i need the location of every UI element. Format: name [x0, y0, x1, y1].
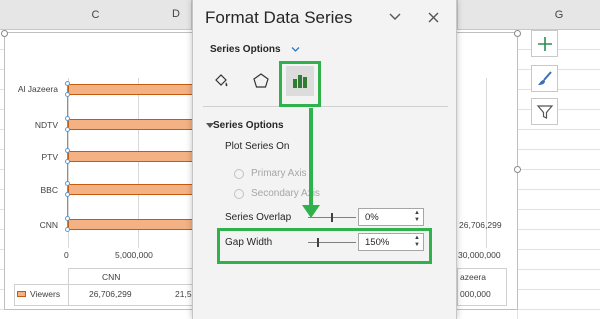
annotation-arrow — [309, 108, 313, 208]
format-data-series-pane: Format Data Series Series Options Series… — [192, 0, 457, 319]
data-label: 26,706,299 — [459, 220, 502, 230]
x-tick-label: 5,000,000 — [115, 250, 153, 260]
data-table-series-name: Viewers — [30, 289, 61, 299]
chevron-down-icon[interactable] — [389, 12, 401, 21]
plus-icon — [537, 36, 552, 51]
fill-line-tab[interactable] — [207, 66, 235, 96]
bar-cnn[interactable] — [68, 219, 198, 230]
column-header-g[interactable]: G — [518, 0, 600, 30]
selection-handle[interactable] — [65, 92, 70, 97]
chart-styles-button[interactable] — [531, 65, 558, 92]
category-label: NDTV — [34, 120, 58, 130]
effects-tab[interactable] — [247, 66, 275, 96]
selection-handle[interactable] — [65, 181, 70, 186]
pentagon-icon — [253, 73, 269, 88]
selection-handle[interactable] — [65, 216, 70, 221]
bar-ptv[interactable] — [68, 151, 198, 162]
secondary-axis-radio[interactable] — [234, 189, 244, 199]
plot-series-on-label: Plot Series On — [225, 141, 290, 152]
chart-elements-button[interactable] — [531, 30, 558, 57]
chevron-down-icon[interactable] — [291, 46, 300, 53]
selection-handle[interactable] — [65, 127, 70, 132]
pane-title: Format Data Series — [205, 8, 353, 27]
category-label: Al Jazeera — [17, 84, 58, 94]
pane-divider — [203, 106, 448, 107]
chart-resize-handle[interactable] — [514, 30, 521, 37]
category-label: BBC — [40, 185, 58, 195]
legend-key — [17, 291, 26, 297]
column-header-d[interactable]: D — [172, 8, 180, 20]
annotation-highlight-box — [279, 61, 321, 107]
series-overlap-slider-thumb[interactable] — [331, 213, 333, 222]
annotation-highlight-box — [217, 228, 432, 264]
selection-handle[interactable] — [65, 148, 70, 153]
selection-handle[interactable] — [65, 227, 70, 232]
category-label: CNN — [39, 220, 58, 230]
selection-handle[interactable] — [65, 116, 70, 121]
data-table-value: 000,000 — [460, 289, 491, 299]
series-options-section-title[interactable]: Series Options — [213, 120, 284, 131]
paint-bucket-icon — [215, 74, 228, 87]
series-overlap-input[interactable]: 0% ▲ ▼ — [358, 208, 424, 226]
bar-bbc[interactable] — [68, 184, 198, 195]
x-tick-label: 30,000,000 — [458, 250, 501, 260]
chart-resize-handle[interactable] — [514, 166, 521, 173]
primary-axis-label: Primary Axis — [251, 168, 307, 179]
chart-resize-handle[interactable] — [1, 30, 8, 37]
bar-ndtv[interactable] — [68, 119, 198, 130]
close-icon[interactable] — [428, 12, 439, 23]
data-table-header: azeera — [460, 272, 486, 282]
selection-handle[interactable] — [65, 81, 70, 86]
series-options-dropdown[interactable]: Series Options — [210, 44, 281, 55]
selection-handle[interactable] — [65, 159, 70, 164]
data-table-value: 26,706,299 — [89, 289, 132, 299]
series-overlap-label: Series Overlap — [225, 212, 292, 223]
spinner-arrows-icon[interactable]: ▲ ▼ — [414, 210, 420, 224]
filter-icon — [536, 104, 553, 119]
data-table-header: CNN — [102, 272, 121, 282]
arrow-down-icon — [302, 205, 320, 218]
data-table-value: 21,5 — [175, 289, 192, 299]
bar-al-jazeera[interactable] — [68, 84, 198, 95]
x-tick-label: 0 — [64, 250, 69, 260]
selection-handle[interactable] — [65, 192, 70, 197]
category-label: PTV — [41, 152, 58, 162]
primary-axis-radio[interactable] — [234, 169, 244, 179]
column-header-c[interactable]: C — [0, 0, 192, 30]
brush-icon — [537, 70, 552, 85]
chart-filters-button[interactable] — [531, 98, 558, 125]
series-selection-line — [67, 84, 68, 231]
column-header-spacer — [457, 0, 458, 30]
